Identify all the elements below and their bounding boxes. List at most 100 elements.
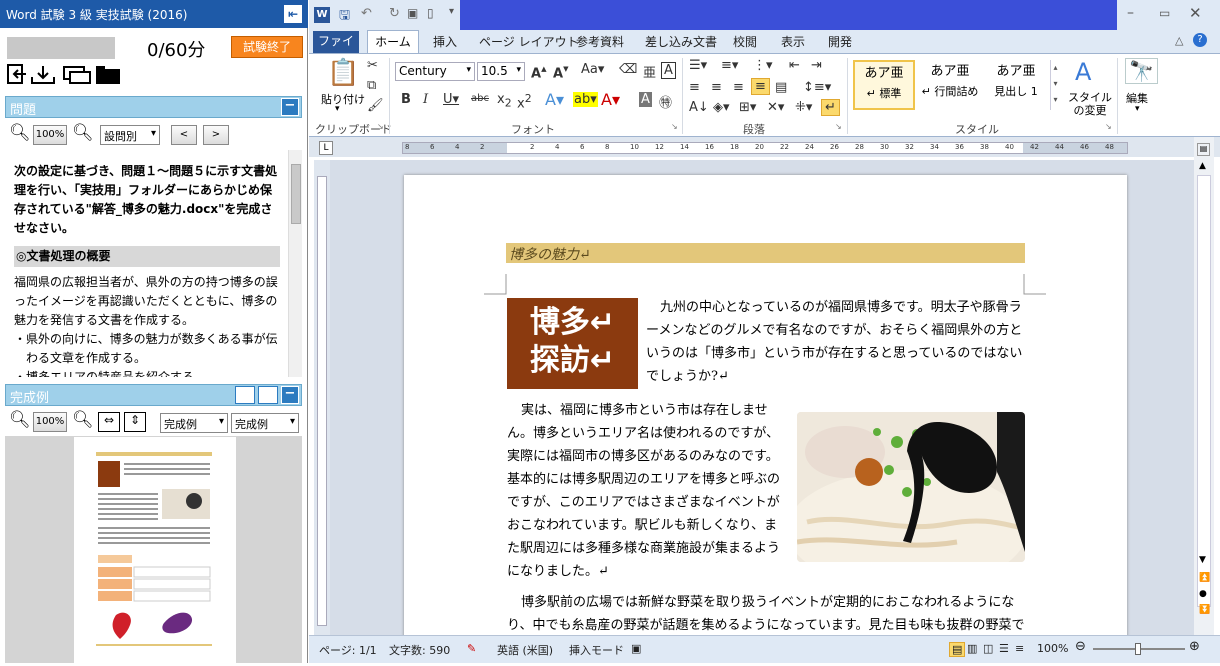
zoom-out-icon[interactable]: 🔍︎ bbox=[9, 123, 31, 143]
tab-view[interactable]: 表示 bbox=[781, 33, 805, 50]
zoom-level-button[interactable]: 100% bbox=[33, 125, 67, 145]
sample-page-thumbnail[interactable] bbox=[74, 437, 236, 663]
shrink-font-icon[interactable]: A▾ bbox=[553, 62, 569, 81]
styles-scroll[interactable]: ▴ ▾ ▾ bbox=[1050, 60, 1060, 110]
numbering-icon[interactable]: ≡▾ bbox=[721, 58, 738, 73]
page-count[interactable]: ページ: 1/1 bbox=[319, 642, 377, 658]
zoom-in-button-icon[interactable]: ⊕ bbox=[1189, 639, 1200, 654]
minimize-window-icon[interactable]: – bbox=[1127, 5, 1134, 21]
align-center-icon[interactable]: ≡ bbox=[711, 80, 722, 95]
vertical-ruler[interactable] bbox=[314, 160, 330, 635]
tab-developer[interactable]: 開発 bbox=[828, 33, 852, 50]
sample-select-1[interactable]: 完成例 bbox=[160, 413, 228, 433]
zoom-level[interactable]: 100% bbox=[1037, 642, 1068, 655]
next-question-button[interactable]: > bbox=[203, 125, 229, 145]
change-styles-icon[interactable]: A bbox=[1075, 58, 1091, 86]
browse-object-icon[interactable]: ● bbox=[1199, 589, 1207, 599]
align-right-icon[interactable]: ≡ bbox=[733, 80, 744, 95]
increase-indent-icon[interactable]: ⇥ bbox=[811, 58, 822, 73]
scroll-down-icon[interactable]: ▼ bbox=[1199, 555, 1206, 565]
zoom-in-icon[interactable]: 🔍︎ bbox=[72, 123, 94, 143]
language[interactable]: 英語 (米国) bbox=[497, 642, 553, 658]
paste-label[interactable]: 貼り付け bbox=[321, 91, 365, 107]
close-window-icon[interactable]: ✕ bbox=[1189, 4, 1202, 22]
cut-icon[interactable]: ✂ bbox=[367, 58, 378, 73]
draft-view-icon[interactable]: ≡ bbox=[1015, 642, 1024, 655]
question-select[interactable]: 設問別 bbox=[100, 125, 160, 145]
tab-selector[interactable]: L bbox=[319, 141, 333, 155]
outline-view-icon[interactable]: ☰ bbox=[999, 642, 1009, 655]
scroll-thumb[interactable] bbox=[1197, 175, 1211, 607]
align-left-icon[interactable]: ≡ bbox=[689, 80, 700, 95]
paragraph-launcher-icon[interactable]: ↘ bbox=[835, 122, 842, 131]
full-screen-view-icon[interactable]: ▥ bbox=[967, 642, 977, 655]
fit-height-icon[interactable]: ⇕ bbox=[124, 412, 146, 432]
phonetic-guide-icon[interactable]: 亜 bbox=[643, 62, 656, 81]
tab-review[interactable]: 校閲 bbox=[733, 33, 757, 50]
style-heading-1[interactable]: あア亜 見出し 1 bbox=[985, 60, 1047, 110]
sample-zoom-button[interactable]: 100% bbox=[33, 412, 67, 432]
finish-exam-button[interactable]: 試験終了 bbox=[231, 36, 303, 58]
zoom-in-icon[interactable]: 🔍︎ bbox=[72, 410, 94, 430]
minimize-sample-button[interactable]: − bbox=[281, 386, 299, 404]
zoom-slider-thumb[interactable] bbox=[1135, 643, 1141, 655]
font-size-box[interactable]: 10.5 ▾ bbox=[477, 62, 525, 81]
folder-icon[interactable] bbox=[96, 66, 120, 84]
print-preview-icon[interactable]: ▣ bbox=[407, 6, 418, 20]
window-icon[interactable] bbox=[63, 66, 91, 84]
insert-mode[interactable]: 挿入モード bbox=[569, 642, 624, 658]
italic-icon[interactable]: I bbox=[423, 92, 428, 107]
tab-home[interactable]: ホーム bbox=[367, 30, 419, 53]
problem-scrollbar[interactable] bbox=[288, 150, 302, 377]
underline-icon[interactable]: U▾ bbox=[443, 92, 459, 107]
font-launcher-icon[interactable]: ↘ bbox=[671, 122, 678, 131]
sample-select-2[interactable]: 完成例 bbox=[231, 413, 299, 433]
web-layout-view-icon[interactable]: ◫ bbox=[983, 642, 993, 655]
character-border-icon[interactable]: A bbox=[661, 62, 676, 79]
paste-dropdown-icon[interactable]: ▾ bbox=[335, 104, 340, 114]
word-app-icon[interactable]: W bbox=[314, 7, 330, 23]
save-icon[interactable]: 🖫 bbox=[339, 6, 350, 28]
tab-mailings[interactable]: 差し込み文書 bbox=[645, 33, 717, 50]
paragraph-1[interactable]: 九州の中心となっているのが福岡県博多です。明太子や豚骨ラーメンなどのグルメで有名… bbox=[646, 296, 1027, 388]
decrease-indent-icon[interactable]: ⇤ bbox=[789, 58, 800, 73]
undo-icon[interactable]: ↶ bbox=[361, 6, 372, 21]
collapse-ribbon-icon[interactable]: △ bbox=[1175, 34, 1183, 47]
format-painter-icon[interactable]: 🖌 bbox=[367, 98, 384, 113]
text-effects-icon[interactable]: A▾ bbox=[545, 90, 564, 109]
shading-icon[interactable]: ◈▾ bbox=[713, 100, 730, 115]
single-view-icon[interactable] bbox=[258, 386, 278, 404]
tab-file[interactable]: ファイル bbox=[313, 31, 359, 69]
previous-page-icon[interactable]: ⏫ bbox=[1199, 573, 1210, 583]
strikethrough-icon[interactable]: abc bbox=[471, 93, 489, 104]
style-normal[interactable]: あア亜 ↵ 標準 bbox=[853, 60, 915, 110]
paragraph-mark-icon[interactable]: ↵ bbox=[821, 99, 840, 116]
prev-question-button[interactable]: < bbox=[171, 125, 197, 145]
grow-font-icon[interactable]: A▴ bbox=[531, 62, 547, 81]
fit-width-icon[interactable]: ⇔ bbox=[98, 412, 120, 432]
document-scrollbar[interactable]: ▤ ▲ ▼ ⏫ ● ⏬ bbox=[1194, 137, 1214, 635]
document-heading[interactable]: 博多の魅力↵ bbox=[506, 243, 1025, 263]
tab-page-layout[interactable]: ページ レイアウト bbox=[479, 33, 579, 50]
subscript-icon[interactable]: x2 bbox=[497, 92, 512, 110]
hakata-text-box[interactable]: 博多↵ 探訪↵ bbox=[507, 298, 638, 389]
collapse-panel-icon[interactable]: ⇤ bbox=[284, 5, 302, 23]
paste-icon[interactable]: 📋 bbox=[327, 58, 359, 88]
font-color-icon[interactable]: A▾ bbox=[601, 90, 620, 109]
enclose-characters-icon[interactable]: ㊕ bbox=[659, 92, 672, 111]
multilevel-list-icon[interactable]: ⋮▾ bbox=[753, 58, 773, 73]
borders-icon[interactable]: ⊞▾ bbox=[739, 100, 756, 115]
zoom-out-icon[interactable]: 🔍︎ bbox=[9, 410, 31, 430]
highlight-icon[interactable]: ab▾ bbox=[573, 92, 598, 107]
bold-icon[interactable]: B bbox=[401, 92, 411, 107]
print-layout-view-icon[interactable]: ▤ bbox=[949, 642, 966, 657]
redo-icon[interactable]: ↻ bbox=[389, 6, 400, 21]
clear-format-icon[interactable]: ⌫ bbox=[619, 62, 637, 77]
clipboard-launcher-icon[interactable]: ↘ bbox=[377, 122, 384, 131]
copy-icon[interactable]: ⧉ bbox=[367, 78, 376, 93]
maximize-window-icon[interactable]: ▭ bbox=[1159, 6, 1170, 20]
minimize-problem-button[interactable]: − bbox=[281, 98, 299, 116]
asian-layout-icon[interactable]: ✕▾ bbox=[767, 100, 784, 115]
zoom-out-button-icon[interactable]: ⊖ bbox=[1075, 639, 1086, 654]
ramen-image[interactable] bbox=[797, 412, 1025, 562]
